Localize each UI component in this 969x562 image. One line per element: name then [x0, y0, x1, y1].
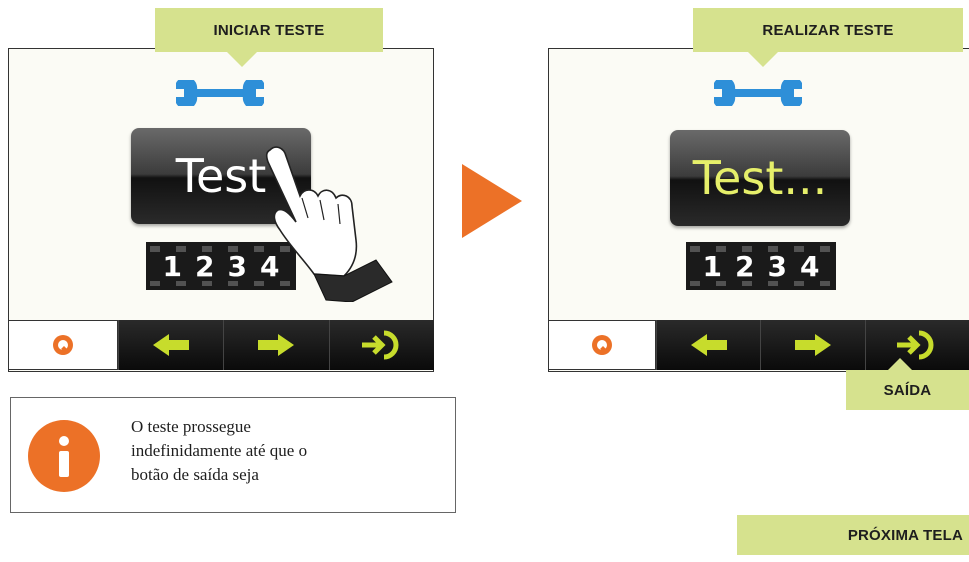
arrow-left-icon: [153, 334, 190, 356]
realizar-teste-label: REALIZAR TESTE: [762, 21, 894, 39]
realizar-teste-callout-tail: [747, 51, 779, 67]
info-icon: [59, 436, 69, 477]
iniciar-teste-callout: INICIAR TESTE: [155, 8, 383, 52]
counter-display: 1 2 3 4: [686, 242, 836, 290]
forward-button[interactable]: [760, 320, 865, 370]
exit-button[interactable]: [864, 320, 969, 370]
back-button[interactable]: [656, 320, 761, 370]
counter-digit: 1: [162, 249, 182, 283]
wrench-icon: [176, 80, 264, 106]
counter-digit: 4: [800, 249, 820, 283]
exit-icon: [361, 330, 399, 360]
counter-digit: 3: [227, 249, 247, 283]
info-text-line: botão de saída seja: [131, 465, 259, 484]
home-button[interactable]: [8, 320, 118, 370]
left-nav-bar: [8, 320, 434, 370]
counter-digit: 1: [702, 249, 722, 283]
next-step-arrow-icon: [462, 164, 522, 238]
home-circle-icon: [592, 335, 612, 355]
counter-digit: 2: [195, 249, 215, 283]
test-running-label: Test...: [692, 151, 828, 205]
arrow-left-icon: [690, 334, 727, 356]
iniciar-teste-callout-tail: [226, 51, 258, 67]
info-text-line: O teste prossegue: [131, 417, 251, 436]
counter-digit: 3: [767, 249, 787, 283]
home-circle-icon: [53, 335, 73, 355]
info-text: O teste prossegue indefinidamente até qu…: [131, 415, 441, 487]
exit-button[interactable]: [328, 320, 434, 370]
home-button[interactable]: [548, 320, 656, 370]
counter-digit: 2: [735, 249, 755, 283]
forward-button[interactable]: [223, 320, 329, 370]
realizar-teste-callout: REALIZAR TESTE: [693, 8, 963, 52]
saida-callout: SAÍDA: [846, 370, 969, 410]
wrench-icon: [714, 80, 802, 106]
arrow-right-icon: [794, 334, 831, 356]
test-running-button[interactable]: Test...: [670, 130, 850, 226]
saida-label: SAÍDA: [883, 381, 932, 399]
counter-digit: 4: [260, 249, 280, 283]
info-badge: [28, 420, 100, 492]
back-button[interactable]: [118, 320, 224, 370]
next-screen-button[interactable]: PRÓXIMA TELA: [737, 515, 969, 555]
info-text-line: indefinidamente até que o: [131, 441, 308, 460]
next-screen-label: PRÓXIMA TELA: [847, 526, 963, 544]
arrow-right-icon: [258, 334, 295, 356]
iniciar-teste-label: INICIAR TESTE: [213, 21, 325, 39]
